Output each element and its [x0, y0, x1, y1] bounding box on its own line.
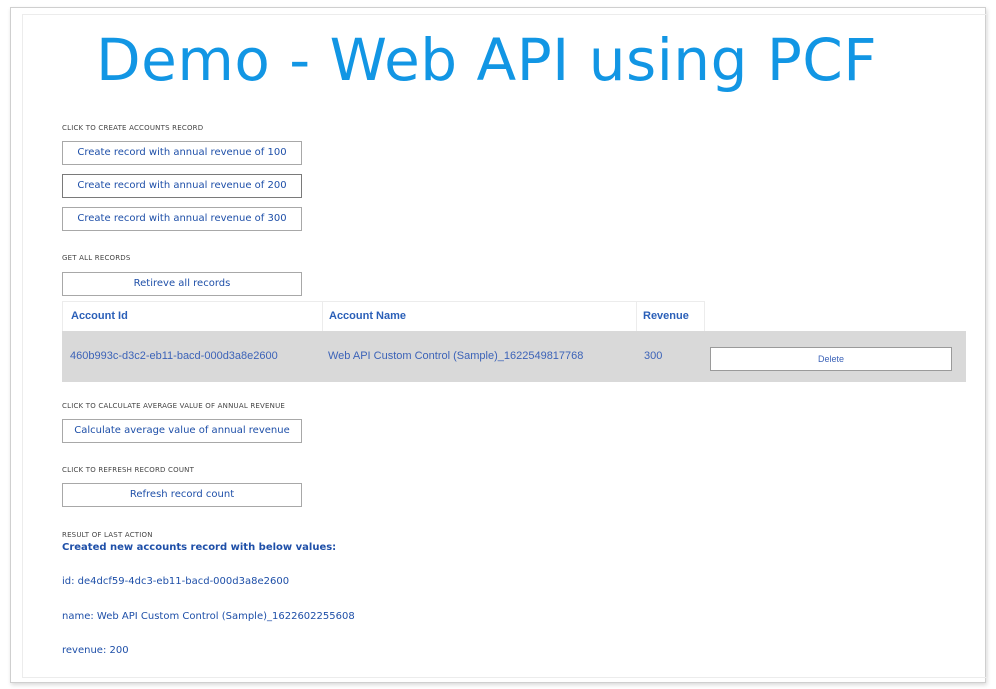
page-title: Demo - Web API using PCF	[96, 26, 878, 94]
calculate-average-button[interactable]: Calculate average value of annual revenu…	[62, 419, 302, 443]
result-id: id: de4dcf59-4dc3-eb11-bacd-000d3a8e2600	[62, 576, 290, 587]
column-divider	[704, 302, 705, 332]
delete-button[interactable]: Delete	[710, 347, 952, 371]
result-section-label: RESULT OF LAST ACTION	[62, 531, 153, 539]
result-heading: Created new accounts record with below v…	[62, 542, 337, 553]
account-id-cell: 460b993c-d3c2-eb11-bacd-000d3a8e2600	[70, 350, 278, 362]
refresh-count-button[interactable]: Refresh record count	[62, 483, 302, 507]
column-divider	[636, 302, 637, 332]
get-section-label: GET ALL RECORDS	[62, 254, 131, 262]
account-name-cell: Web API Custom Control (Sample)_16225498…	[328, 350, 584, 362]
column-header-account-id: Account Id	[71, 310, 128, 322]
create-section-label: CLICK TO CREATE ACCOUNTS RECORD	[62, 124, 204, 132]
result-revenue: revenue: 200	[62, 645, 129, 656]
create-300-button[interactable]: Create record with annual revenue of 300	[62, 207, 302, 231]
refresh-section-label: CLICK TO REFRESH RECORD COUNT	[62, 466, 195, 474]
column-header-revenue: Revenue	[643, 310, 689, 322]
column-divider	[322, 302, 323, 332]
result-name: name: Web API Custom Control (Sample)_16…	[62, 611, 355, 622]
average-section-label: CLICK TO CALCULATE AVERAGE VALUE OF ANNU…	[62, 402, 286, 410]
retrieve-all-button[interactable]: Retireve all records	[62, 272, 302, 296]
create-200-button[interactable]: Create record with annual revenue of 200	[62, 174, 302, 198]
create-100-button[interactable]: Create record with annual revenue of 100	[62, 141, 302, 165]
table-header: Account Id Account Name Revenue	[62, 301, 705, 332]
column-header-account-name: Account Name	[329, 310, 407, 322]
table-row: 460b993c-d3c2-eb11-bacd-000d3a8e2600 Web…	[62, 331, 966, 382]
revenue-cell: 300	[644, 350, 663, 362]
